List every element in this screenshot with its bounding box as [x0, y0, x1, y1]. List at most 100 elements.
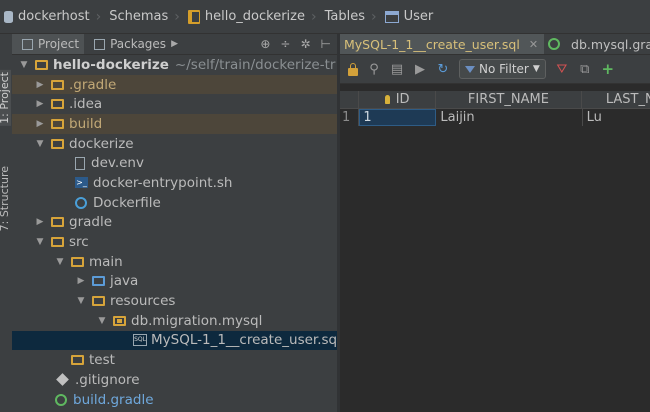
run-icon[interactable]: ▶: [413, 63, 427, 76]
project-tree: ▼ hello-dockerize ~/self/train/dockerize…: [12, 55, 337, 409]
sql-file-icon: SQL: [133, 334, 147, 347]
tree-item-src-dir[interactable]: ▼ src: [12, 232, 337, 252]
collapsed-arrow-icon[interactable]: ▶: [34, 80, 46, 90]
tree-item-path: ~/self/train/dockerize-tr: [174, 56, 336, 73]
packages-view-icon: [94, 38, 106, 50]
tab-mysql-create-user[interactable]: MySQL-1_1__create_user.sql ✕: [340, 34, 545, 54]
column-header-first-name[interactable]: FIRST_NAME: [436, 91, 582, 108]
tree-item-java-dir[interactable]: ▶ java: [12, 272, 337, 292]
tab-label: MySQL-1_1__create_user.sql: [344, 36, 520, 52]
more-tabs-icon[interactable]: ▶: [171, 39, 178, 49]
tree-item-label: dev.env: [91, 155, 144, 172]
breadcrumb-tables[interactable]: Tables: [325, 9, 365, 24]
expanded-arrow-icon[interactable]: ▼: [54, 257, 66, 267]
editor-tabs: MySQL-1_1__create_user.sql ✕ db.mysql.gr…: [340, 34, 650, 55]
expanded-arrow-icon[interactable]: ▼: [34, 139, 46, 149]
filter-dropdown[interactable]: No Filter ▼: [459, 59, 546, 79]
tree-item-dockerfile[interactable]: Dockerfile: [12, 193, 337, 213]
column-header-id[interactable]: ID: [359, 91, 437, 108]
collapse-all-icon[interactable]: ÷: [280, 37, 290, 51]
breadcrumb-user[interactable]: User: [384, 9, 434, 24]
project-tool-tab[interactable]: 1: Project: [0, 70, 11, 126]
hide-panel-icon[interactable]: ⊢: [321, 37, 331, 51]
tree-item-test-dir[interactable]: test: [12, 350, 337, 370]
search-icon[interactable]: ⚲: [367, 63, 381, 76]
tab-label: db.mysql.gradle: [571, 36, 650, 52]
project-panel-toolbar: Project Packages ▶ ⊕ ÷ ✲ ⊢: [12, 34, 337, 55]
tree-item-dockerize-dir[interactable]: ▼ dockerize: [12, 134, 337, 154]
tree-item-build-dir[interactable]: ▶ build: [12, 114, 337, 134]
tree-item-label: build: [69, 115, 103, 132]
tree-item-gradle-dir[interactable]: ▶ .gradle: [12, 74, 337, 95]
expanded-arrow-icon[interactable]: ▼: [34, 237, 46, 247]
primary-key-icon: [384, 95, 390, 104]
folder-icon: [71, 256, 84, 267]
cell-last-name[interactable]: Lu: [583, 109, 650, 126]
shell-script-icon: >_: [75, 177, 88, 189]
table-view-icon[interactable]: ▤: [390, 63, 404, 76]
close-icon[interactable]: ✕: [529, 38, 538, 51]
tree-item-label: docker-entrypoint.sh: [93, 174, 233, 191]
lock-icon[interactable]: [348, 62, 358, 76]
docker-icon: [75, 196, 87, 209]
grid-header: ID FIRST_NAME LAST_NA: [340, 91, 650, 109]
collapsed-arrow-icon[interactable]: ▶: [34, 99, 46, 109]
breadcrumb-hello-dockerize[interactable]: hello_dockerize: [187, 9, 305, 24]
tree-item-label: build.gradle: [73, 391, 154, 408]
tree-item-migration-file[interactable]: SQL MySQL-1_1__create_user.sq: [12, 330, 337, 351]
expanded-arrow-icon[interactable]: ▼: [18, 60, 30, 70]
breadcrumb-label: Tables: [324, 9, 365, 24]
collapsed-arrow-icon[interactable]: ▶: [34, 119, 46, 129]
folder-icon: [51, 118, 64, 129]
structure-tool-tab[interactable]: 7: Structure: [0, 166, 11, 231]
filter-label: No Filter: [479, 62, 529, 76]
collapsed-arrow-icon[interactable]: ▶: [75, 276, 87, 286]
tree-item-gitignore[interactable]: .gitignore: [12, 370, 337, 390]
locate-file-icon[interactable]: ⊕: [260, 37, 270, 51]
gradle-icon: [55, 393, 67, 406]
copy-icon[interactable]: ⧉: [578, 63, 592, 76]
folder-icon: [51, 99, 64, 110]
data-editor-toolbar: ⚲ ▤ ▶ ↻ No Filter ▼ ⛛ ⧉ +: [340, 55, 650, 84]
cell-first-name[interactable]: Laijin: [436, 109, 583, 126]
tree-item-gradle-wrapper-dir[interactable]: ▶ gradle: [12, 213, 337, 233]
editor-area: MySQL-1_1__create_user.sql ✕ db.mysql.gr…: [340, 34, 650, 412]
collapsed-arrow-icon[interactable]: ▶: [34, 217, 46, 227]
breadcrumb-schemas[interactable]: Schemas: [109, 9, 168, 24]
expanded-arrow-icon[interactable]: ▼: [75, 296, 87, 306]
folder-icon: [51, 79, 64, 90]
tree-item-label: .gitignore: [75, 371, 140, 388]
tree-item-label: db.migration.mysql: [131, 312, 263, 329]
project-view-icon: [22, 38, 33, 50]
folder-icon: [51, 138, 64, 149]
tree-item-build-gradle[interactable]: build.gradle: [12, 390, 337, 410]
tree-item-idea-dir[interactable]: ▶ .idea: [12, 94, 337, 114]
expanded-arrow-icon[interactable]: ▼: [96, 316, 108, 326]
breadcrumb-dockerhost[interactable]: dockerhost: [4, 9, 90, 24]
row-number-header: [340, 91, 360, 108]
column-header-last-name[interactable]: LAST_NA: [582, 91, 650, 108]
column-label: LAST_NA: [605, 92, 650, 107]
tab-project[interactable]: Project: [12, 34, 85, 54]
refresh-icon[interactable]: ↻: [436, 63, 450, 76]
gear-icon[interactable]: ✲: [300, 37, 310, 51]
result-grid: ID FIRST_NAME LAST_NA 1 1 Laijin Lu: [340, 91, 650, 126]
breadcrumb-label: User: [403, 9, 434, 24]
clear-filter-icon[interactable]: ⛛: [555, 63, 569, 76]
tab-packages[interactable]: Packages: [84, 34, 171, 54]
tree-item-root[interactable]: ▼ hello-dockerize ~/self/train/dockerize…: [12, 55, 337, 75]
cell-id[interactable]: 1: [359, 109, 437, 126]
tree-item-dev-env[interactable]: dev.env: [12, 153, 337, 173]
tab-label: Project: [38, 37, 80, 51]
breadcrumb-separator-icon: ›: [95, 8, 102, 25]
schema-icon: [187, 9, 200, 24]
tree-item-entrypoint[interactable]: >_ docker-entrypoint.sh: [12, 173, 337, 193]
table-row[interactable]: 1 1 Laijin Lu: [340, 109, 650, 126]
tree-item-label: src: [69, 234, 89, 251]
add-row-icon[interactable]: +: [601, 61, 615, 76]
tree-item-resources-dir[interactable]: ▼ resources: [12, 291, 337, 311]
tab-db-mysql-gradle[interactable]: db.mysql.gradle: [544, 34, 650, 54]
tree-item-main-dir[interactable]: ▼ main: [12, 252, 337, 272]
tree-item-migration-package[interactable]: ▼ db.migration.mysql: [12, 311, 337, 331]
table-icon: [384, 10, 399, 23]
